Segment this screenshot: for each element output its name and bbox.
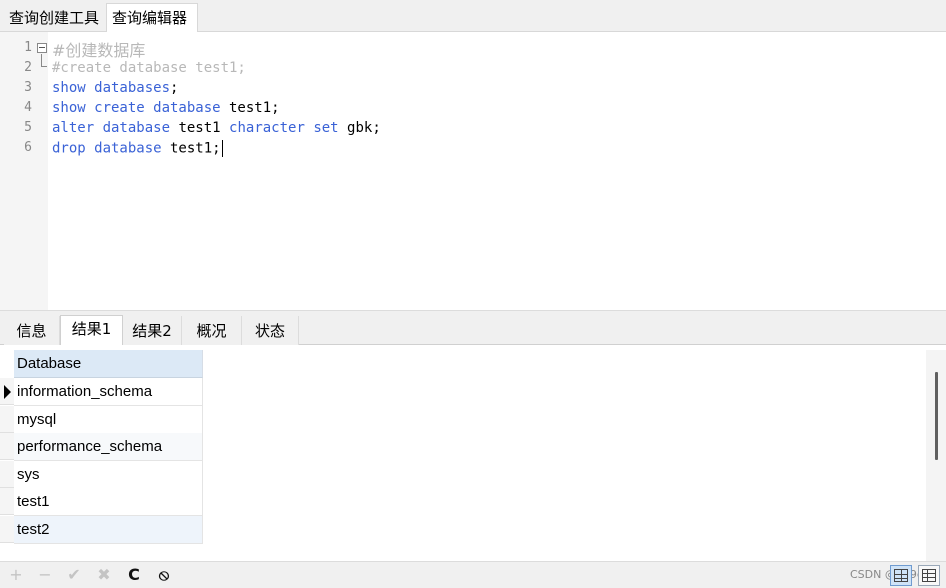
current-row-arrow-icon xyxy=(4,385,11,399)
tab-status[interactable]: 状态 xyxy=(242,316,299,345)
top-tab-bar: 查询创建工具 查询编辑器 xyxy=(0,0,946,33)
code-line-3[interactable]: show databases; xyxy=(52,80,178,96)
form-view-icon xyxy=(922,569,936,582)
fold-guide-end xyxy=(41,66,47,67)
code-token: gbk; xyxy=(338,120,381,136)
code-token: drop database xyxy=(52,140,162,157)
discard-changes-icon: ✖ xyxy=(97,565,111,584)
column-header-database[interactable]: Database xyxy=(14,350,203,378)
row-selector[interactable] xyxy=(0,433,14,460)
code-token: #创建数据库 xyxy=(52,41,146,60)
tab-result-1[interactable]: 结果1 xyxy=(60,315,123,345)
grid-view-button[interactable] xyxy=(890,565,912,586)
vertical-scrollbar[interactable] xyxy=(926,350,946,561)
code-token: show databases xyxy=(52,80,171,96)
table-cell[interactable]: test2 xyxy=(14,516,203,544)
code-line-4[interactable]: show create database test1; xyxy=(52,100,280,116)
line-number: 3 xyxy=(24,80,32,95)
discard-changes-button[interactable]: ✖ xyxy=(94,565,114,585)
code-line-5[interactable]: alter database test1 character set gbk; xyxy=(52,120,381,136)
add-record-icon: + xyxy=(9,565,23,584)
line-number: 4 xyxy=(24,100,32,115)
line-number-gutter: 1 2 3 4 5 6 xyxy=(0,32,48,310)
tab-result-2[interactable]: 结果2 xyxy=(123,316,182,345)
tab-info[interactable]: 信息 xyxy=(4,316,60,345)
form-view-button[interactable] xyxy=(918,565,940,586)
table-cell[interactable]: test1 xyxy=(14,488,203,516)
result-tab-bar: 信息 结果1 结果2 概况 状态 xyxy=(0,314,946,345)
fold-toggle-icon[interactable] xyxy=(37,43,47,53)
tab-query-builder[interactable]: 查询创建工具 xyxy=(4,4,104,33)
row-selector-current[interactable] xyxy=(0,378,14,405)
code-token: alter database xyxy=(52,120,171,136)
code-token: test1; xyxy=(161,140,221,157)
code-line-2[interactable]: #create database test1; xyxy=(52,60,246,76)
code-line-6[interactable]: drop database test1; xyxy=(52,140,223,157)
line-number: 2 xyxy=(24,60,32,75)
line-number: 6 xyxy=(24,140,32,155)
table-cell[interactable]: performance_schema xyxy=(14,433,203,461)
tab-overview[interactable]: 概况 xyxy=(182,316,242,345)
code-token: show create database xyxy=(52,100,221,116)
stop-button[interactable]: ⦸ xyxy=(154,565,174,585)
scrollbar-thumb[interactable] xyxy=(935,372,938,460)
refresh-icon: C xyxy=(128,565,140,584)
code-token: ; xyxy=(170,80,179,96)
line-number: 5 xyxy=(24,120,32,135)
apply-changes-icon: ✔ xyxy=(67,565,81,584)
table-cell[interactable]: mysql xyxy=(14,406,203,434)
grid-toolbar: + − ✔ ✖ C ⦸ CSDN @999day xyxy=(0,561,946,588)
line-number: 1 xyxy=(24,40,32,55)
text-caret xyxy=(221,140,223,157)
row-selector[interactable] xyxy=(0,406,14,433)
delete-record-button[interactable]: − xyxy=(35,565,55,585)
code-token: character set xyxy=(229,120,339,136)
row-selector[interactable] xyxy=(0,516,14,543)
tab-query-editor[interactable]: 查询编辑器 xyxy=(106,3,198,33)
stop-icon: ⦸ xyxy=(158,565,170,584)
add-record-button[interactable]: + xyxy=(6,565,26,585)
row-selector[interactable] xyxy=(0,461,14,488)
table-cell[interactable]: information_schema xyxy=(14,378,203,406)
delete-record-icon: − xyxy=(38,565,52,584)
apply-changes-button[interactable]: ✔ xyxy=(64,565,84,585)
row-selector[interactable] xyxy=(0,488,14,515)
result-grid[interactable]: Database information_schema mysql perfor… xyxy=(0,346,946,561)
refresh-button[interactable]: C xyxy=(124,565,144,585)
sql-editor[interactable]: 1 2 3 4 5 6 #创建数据库 #create database test… xyxy=(0,32,946,310)
code-token: #create database test1; xyxy=(52,60,246,76)
code-token: test1 xyxy=(170,120,230,136)
code-token: test1; xyxy=(220,100,280,116)
grid-view-icon xyxy=(894,569,908,582)
code-line-1[interactable]: #创建数据库 xyxy=(52,37,145,61)
table-cell[interactable]: sys xyxy=(14,461,203,489)
